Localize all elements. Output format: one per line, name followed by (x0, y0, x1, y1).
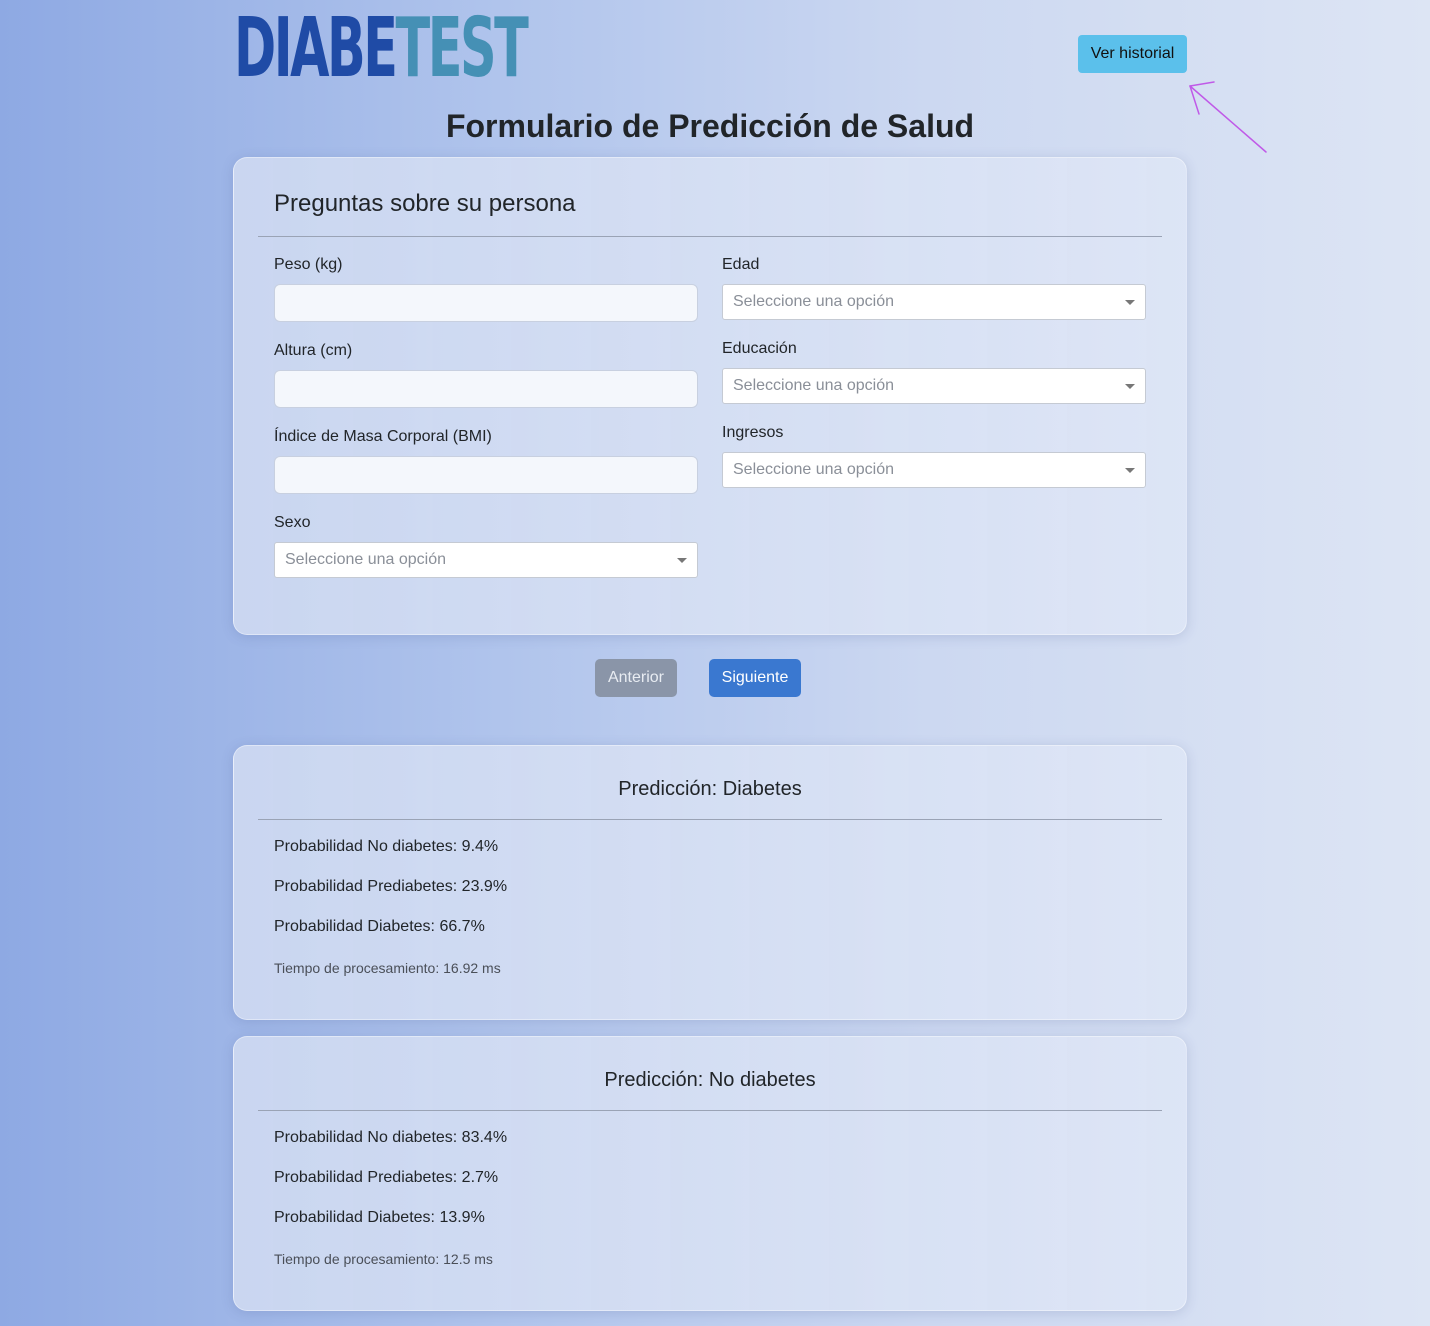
prediction-result-card: Predicción: No diabetes Probabilidad No … (233, 1036, 1187, 1311)
edad-label: Edad (722, 256, 760, 273)
previous-button[interactable]: Anterior (595, 659, 677, 697)
diabetest-logo: DIABETEST (234, 8, 529, 90)
page-title: Formulario de Predicción de Salud (445, 108, 975, 144)
probability-diabetes: Probabilidad Diabetes: 66.7% (274, 918, 485, 935)
edad-select[interactable]: Seleccione una opción (722, 284, 1146, 320)
sexo-label: Sexo (274, 514, 311, 531)
history-button[interactable]: Ver historial (1078, 35, 1187, 73)
bmi-label: Índice de Masa Corporal (BMI) (274, 428, 492, 445)
probability-no-diabetes: Probabilidad No diabetes: 9.4% (274, 838, 499, 855)
result-divider (258, 819, 1162, 820)
section-title: Preguntas sobre su persona (274, 190, 576, 217)
sexo-select-value: Seleccione una opción (285, 551, 447, 568)
next-button[interactable]: Siguiente (709, 659, 801, 697)
personal-questions-card: Preguntas sobre su persona Peso (kg) Alt… (233, 157, 1187, 635)
bmi-input[interactable] (274, 456, 698, 494)
educacion-label: Educación (722, 340, 797, 357)
logo-text-test: TEST (395, 1, 529, 96)
ingresos-select[interactable]: Seleccione una opción (722, 452, 1146, 488)
altura-label: Altura (cm) (274, 342, 353, 359)
chevron-down-icon (1125, 384, 1135, 389)
section-divider (258, 236, 1162, 237)
processing-time: Tiempo de procesamiento: 12.5 ms (274, 1251, 493, 1267)
altura-input[interactable] (274, 370, 698, 408)
ingresos-select-value: Seleccione una opción (733, 461, 895, 478)
edad-select-value: Seleccione una opción (733, 293, 895, 310)
chevron-down-icon (1125, 300, 1135, 305)
probability-no-diabetes: Probabilidad No diabetes: 83.4% (274, 1129, 508, 1146)
prediction-result-card: Predicción: Diabetes Probabilidad No dia… (233, 745, 1187, 1020)
educacion-select-value: Seleccione una opción (733, 377, 895, 394)
processing-time: Tiempo de procesamiento: 16.92 ms (274, 960, 501, 976)
educacion-select[interactable]: Seleccione una opción (722, 368, 1146, 404)
chevron-down-icon (1125, 468, 1135, 473)
ingresos-label: Ingresos (722, 424, 784, 441)
prediction-title: Predicción: Diabetes (618, 778, 802, 800)
sexo-select[interactable]: Seleccione una opción (274, 542, 698, 578)
peso-input[interactable] (274, 284, 698, 322)
chevron-down-icon (677, 558, 687, 563)
probability-diabetes: Probabilidad Diabetes: 13.9% (274, 1209, 485, 1226)
logo-text-diabe: DIABE (234, 1, 398, 96)
probability-prediabetes: Probabilidad Prediabetes: 23.9% (274, 878, 508, 895)
result-divider (258, 1110, 1162, 1111)
prediction-title: Predicción: No diabetes (604, 1069, 816, 1091)
peso-label: Peso (kg) (274, 256, 343, 273)
probability-prediabetes: Probabilidad Prediabetes: 2.7% (274, 1169, 499, 1186)
